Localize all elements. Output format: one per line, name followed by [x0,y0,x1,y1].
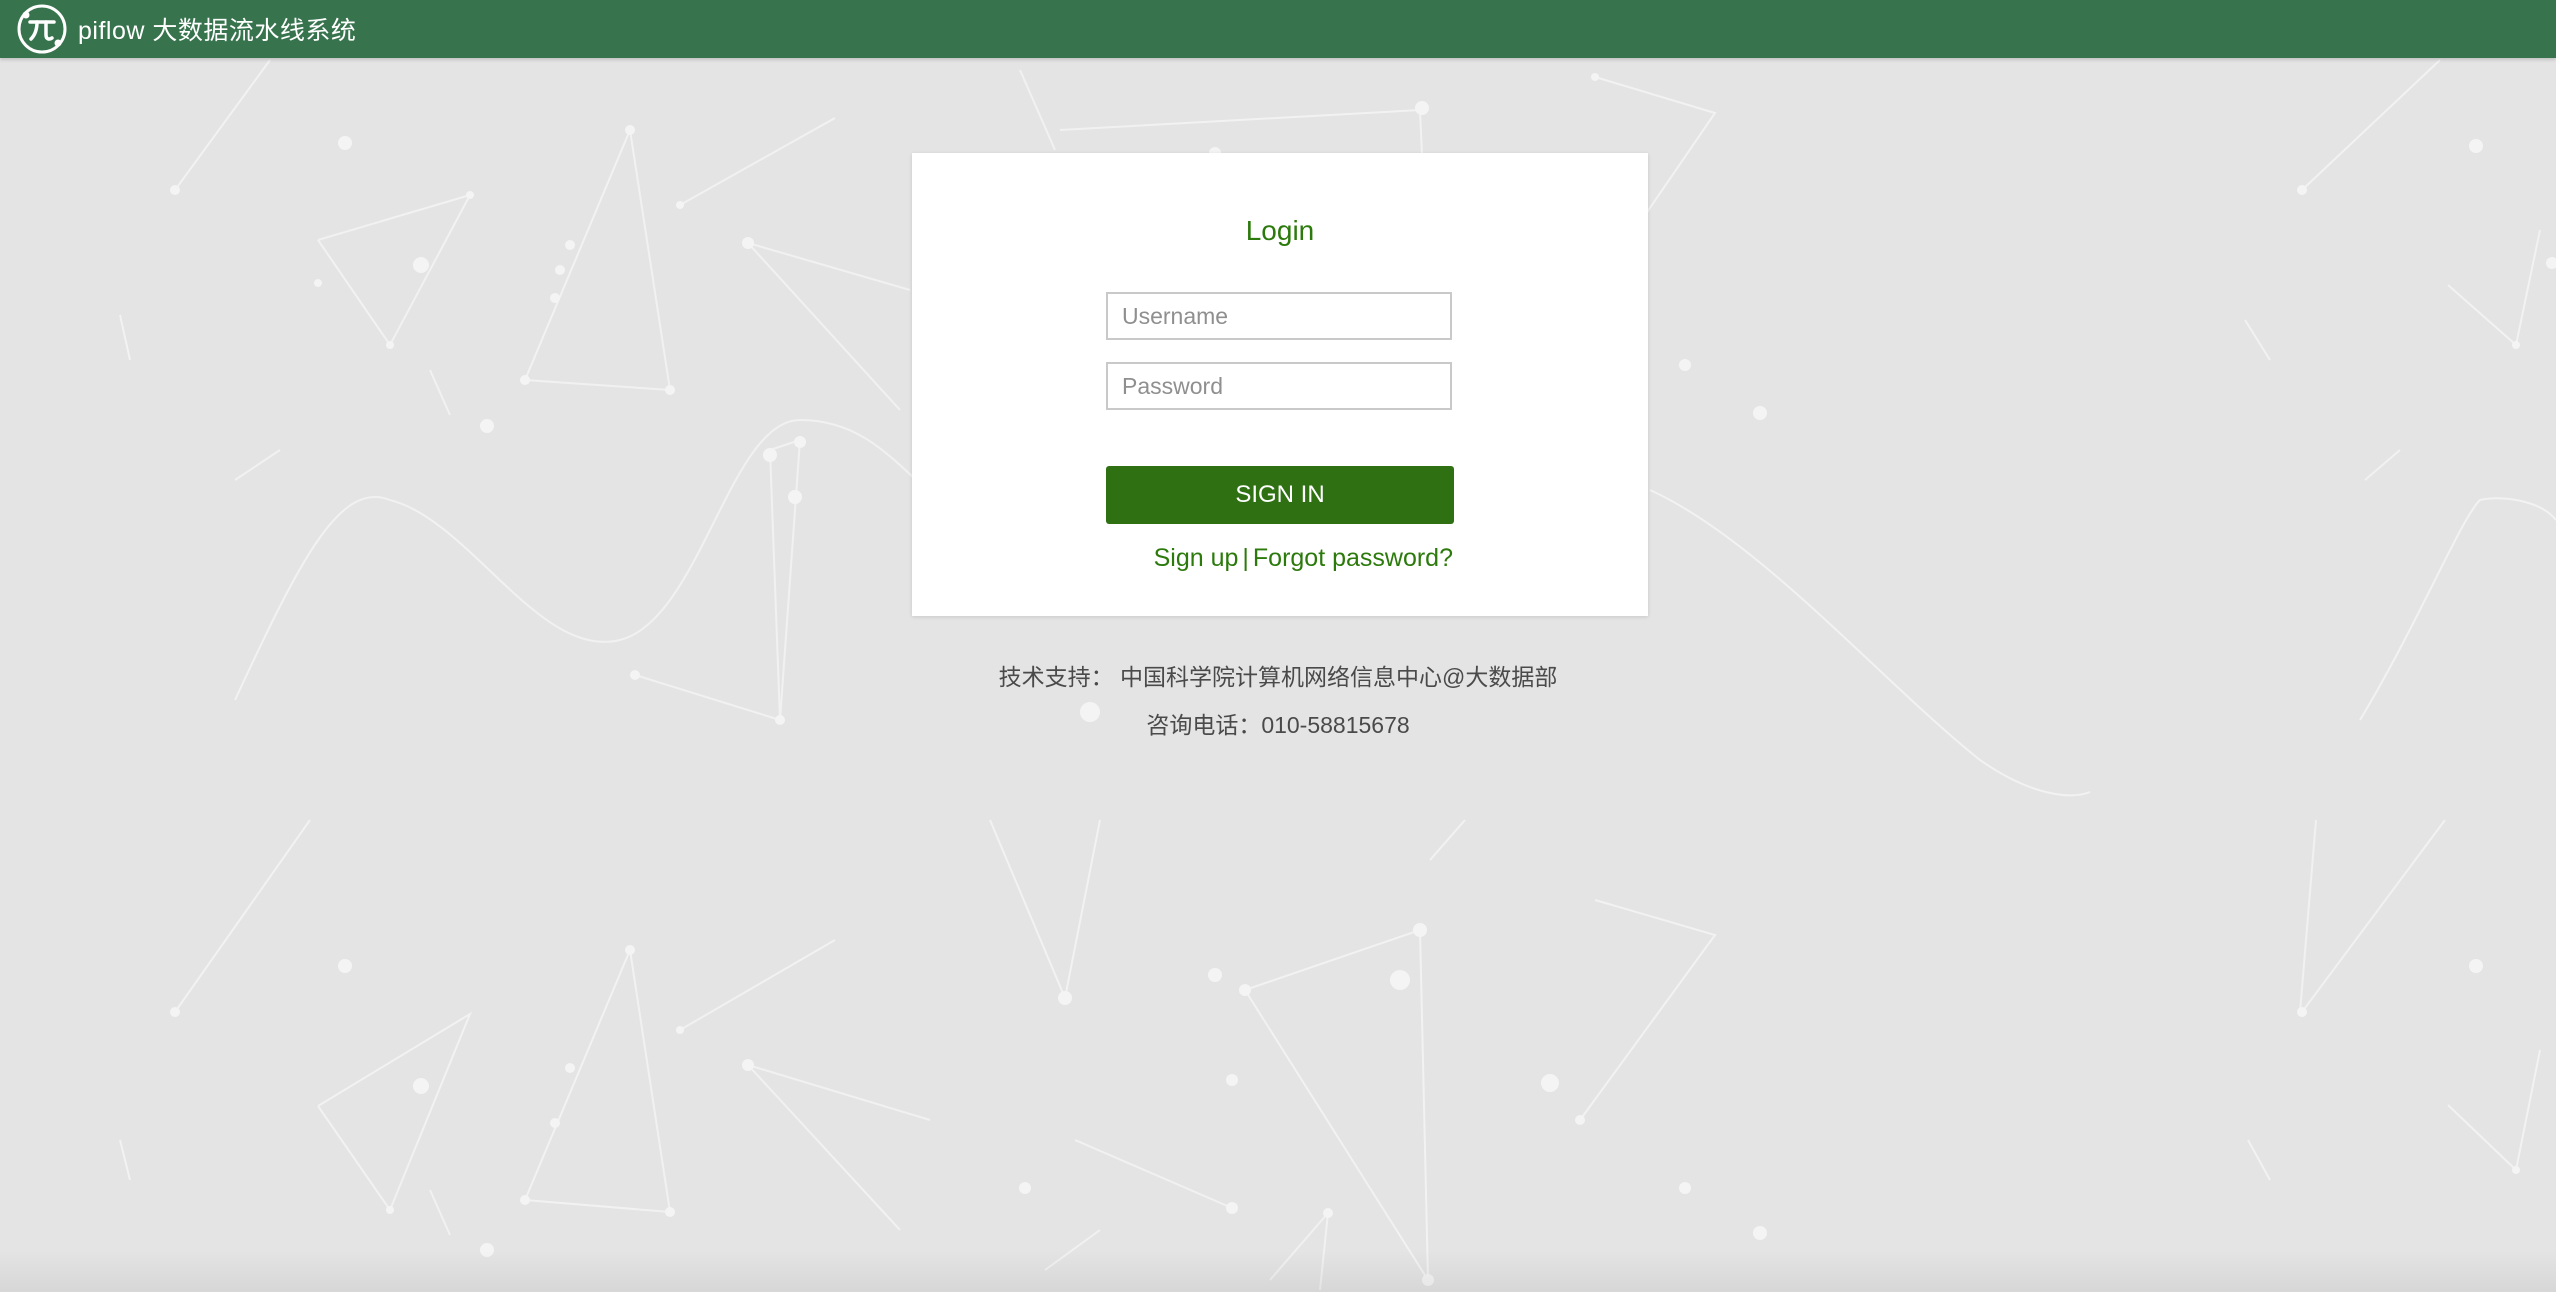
piflow-logo-icon[interactable] [16,3,68,55]
forgot-password-link[interactable]: Forgot password? [1253,544,1453,572]
top-header-bar: piflow 大数据流水线系统 [0,0,2556,58]
password-input[interactable] [1106,362,1452,410]
link-separator: | [1242,544,1249,572]
tech-support-text: 技术支持： 中国科学院计算机网络信息中心@大数据部 [998,664,1558,690]
sign-up-link[interactable]: Sign up [1154,544,1239,572]
sign-in-button[interactable]: SIGN IN [1106,466,1454,524]
contact-phone-text: 咨询电话：010-58815678 [1146,712,1410,738]
login-title: Login [1245,215,1315,246]
app-title: piflow 大数据流水线系统 [78,17,357,45]
username-input[interactable] [1106,292,1452,340]
login-card: Login SIGN IN Sign up|Forgot password? [912,153,1648,616]
account-links: Sign up | Forgot password? [1154,544,1453,573]
bottom-shade [0,1250,2556,1292]
